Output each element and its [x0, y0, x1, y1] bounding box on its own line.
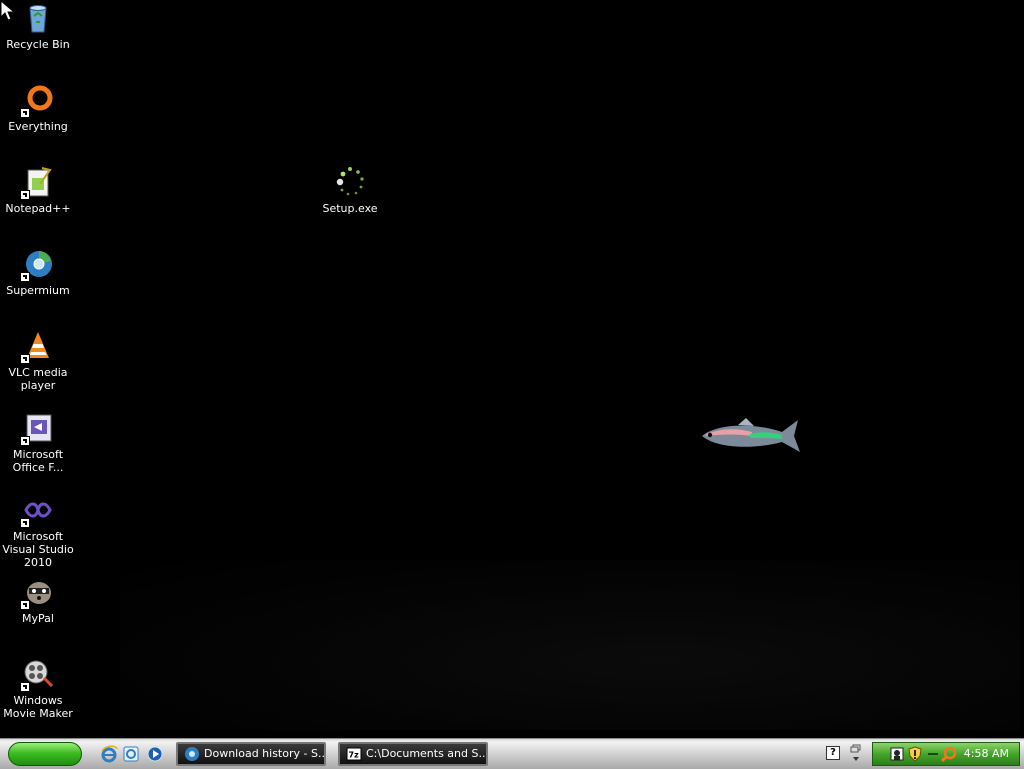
media-player-icon[interactable]: [146, 745, 164, 763]
everything-icon: [20, 84, 54, 118]
aquarium-floor: [120, 560, 1020, 730]
desktop-icon-label: MyPal: [22, 612, 54, 625]
help-icon[interactable]: ?: [826, 746, 840, 760]
desktop-icon-label: Setup.exe: [322, 202, 378, 215]
shortcut-arrow-icon: [20, 518, 30, 528]
security-shield-icon[interactable]: [907, 746, 923, 762]
supermium-icon: [185, 747, 199, 761]
notepadpp-icon: [20, 166, 54, 200]
desktop: Recycle Bin Everything Notepad++ Supermi…: [0, 0, 1024, 738]
shortcut-arrow-icon: [20, 108, 30, 118]
internet-explorer-icon[interactable]: [100, 745, 118, 763]
shortcut-arrow-icon: [20, 682, 30, 692]
desktop-icon-visual-studio[interactable]: Microsoft Visual Studio 2010: [0, 494, 76, 569]
task-label: C:\Documents and S...: [366, 747, 488, 760]
search-icon[interactable]: [941, 746, 957, 762]
supermium-icon: [20, 248, 54, 282]
desktop-icon-everything[interactable]: Everything: [0, 84, 76, 133]
movie-maker-icon: [20, 658, 54, 692]
recycle-bin-icon: [22, 2, 54, 34]
desktop-icon-mypal[interactable]: MyPal: [0, 576, 76, 625]
show-desktop-icon[interactable]: [850, 743, 862, 763]
shortcut-arrow-icon: [20, 190, 30, 200]
office-icon: [20, 412, 54, 446]
shortcut-arrow-icon: [20, 436, 30, 446]
svg-text:7z: 7z: [349, 751, 360, 760]
desktop-icon-label: VLC media player: [8, 366, 68, 392]
ie-alt-icon[interactable]: [122, 745, 140, 763]
taskbar-button-explorer[interactable]: 7z C:\Documents and S...: [338, 742, 488, 766]
system-tray: 4:58 AM: [872, 742, 1020, 766]
desktop-icon-label: Everything: [8, 120, 68, 133]
desktop-icon-vlc[interactable]: VLC media player: [0, 330, 76, 392]
setup-loading-icon: [334, 166, 366, 198]
desktop-icon-label: Microsoft Visual Studio 2010: [2, 530, 74, 569]
mouse-cursor-icon: [0, 0, 16, 21]
taskbar: Download history - S... 7z C:\Documents …: [0, 738, 1024, 769]
desktop-icon-supermium[interactable]: Supermium: [0, 248, 76, 297]
shortcut-arrow-icon: [20, 600, 30, 610]
desktop-icon-movie-maker[interactable]: Windows Movie Maker: [0, 658, 76, 720]
desktop-icon-label: Microsoft Office F...: [12, 448, 64, 474]
taskbar-button-download-history[interactable]: Download history - S...: [176, 742, 326, 766]
vlc-icon: [20, 330, 54, 364]
desktop-icon-label: Windows Movie Maker: [3, 694, 73, 720]
start-button[interactable]: [8, 742, 82, 766]
desktop-icon-label: Recycle Bin: [6, 38, 70, 51]
visual-studio-icon: [20, 494, 54, 528]
network-icon[interactable]: [889, 746, 905, 762]
task-label: Download history - S...: [204, 747, 326, 760]
7zip-icon: 7z: [346, 747, 362, 761]
desktop-icon-office[interactable]: Microsoft Office F...: [0, 412, 76, 474]
clock[interactable]: 4:58 AM: [964, 743, 1009, 765]
desktop-icon-label: Notepad++: [5, 202, 71, 215]
mypal-icon: [20, 576, 54, 610]
desktop-icon-setup[interactable]: Setup.exe: [312, 166, 388, 215]
shortcut-arrow-icon: [20, 354, 30, 364]
aquarium-fish-icon: [702, 418, 800, 452]
desktop-icon-label: Supermium: [6, 284, 70, 297]
shortcut-arrow-icon: [20, 272, 30, 282]
separator-icon: [928, 753, 938, 755]
desktop-icon-notepadpp[interactable]: Notepad++: [0, 166, 76, 215]
